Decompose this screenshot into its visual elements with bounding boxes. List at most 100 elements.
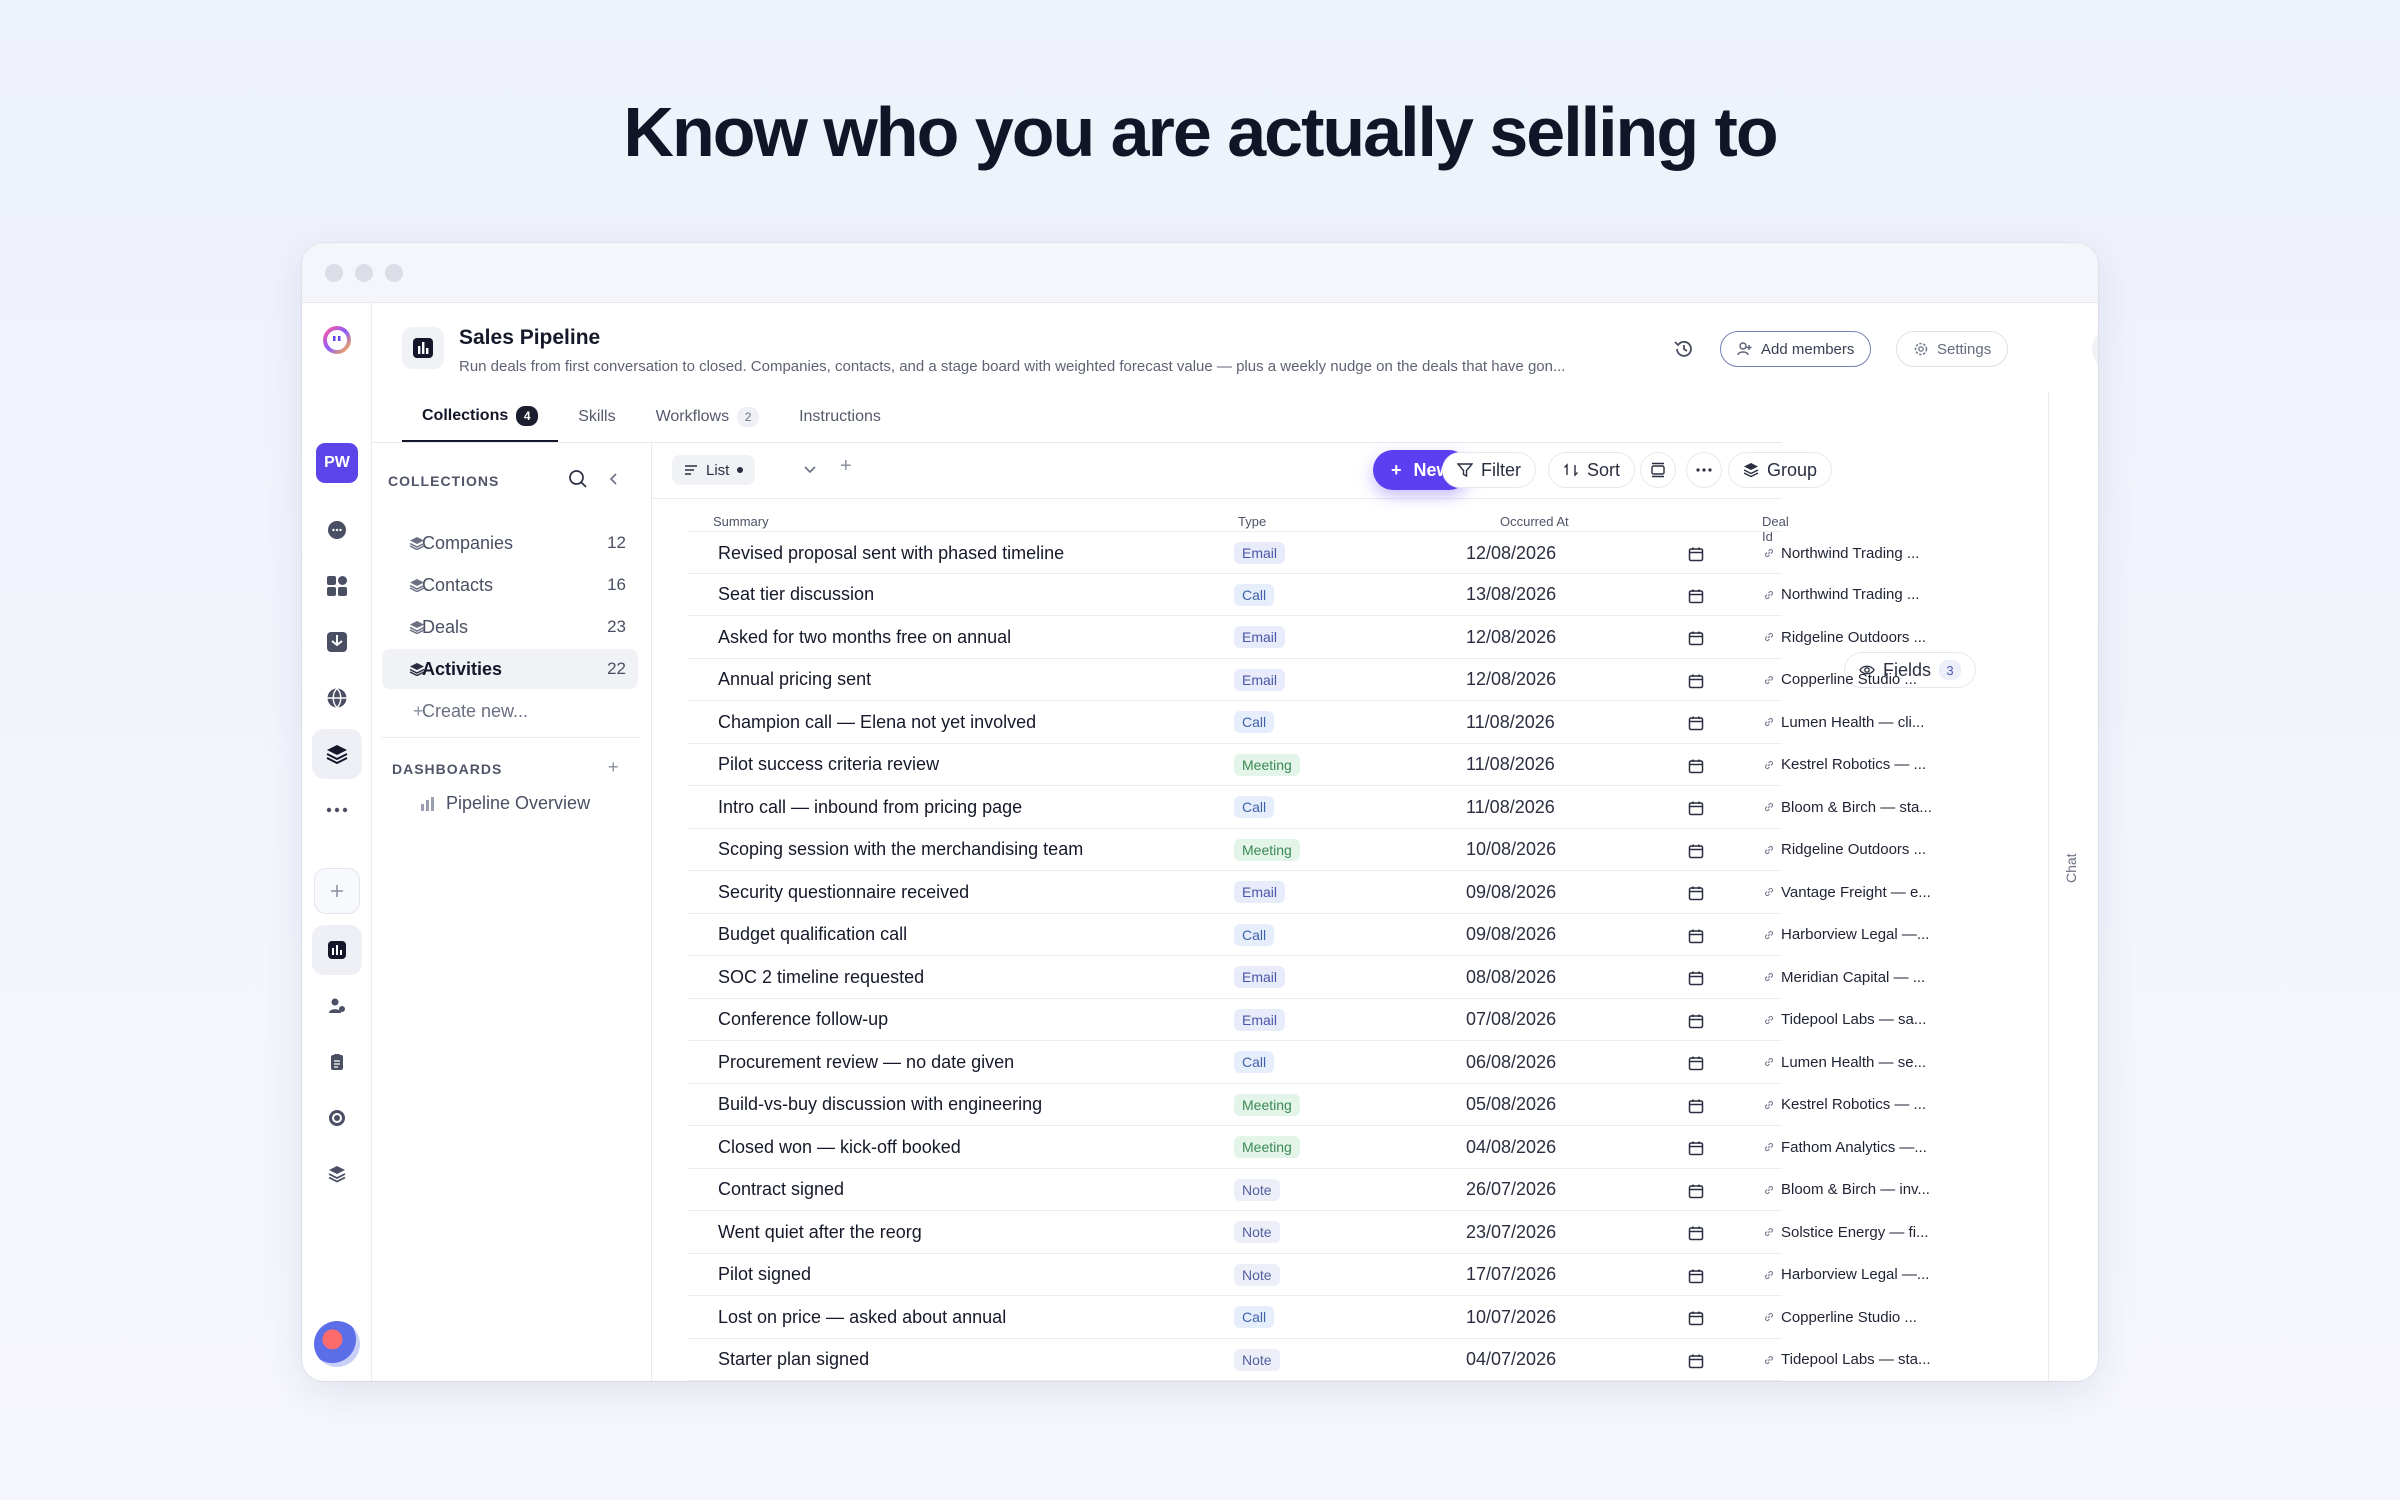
type-cell[interactable]: Email (1234, 659, 1286, 701)
table-row[interactable]: Intro call — inbound from pricing page Ca… (688, 786, 1932, 829)
search-icon[interactable] (568, 469, 588, 489)
table-row[interactable]: Asked for two months free on annual Email… (688, 616, 1926, 659)
collections-stack-icon[interactable] (312, 729, 362, 779)
date-cell[interactable]: 10/08/2026 (1466, 829, 1556, 871)
date-cell[interactable]: 12/08/2026 (1466, 659, 1556, 701)
summary-cell[interactable]: Contract signed (718, 1169, 844, 1211)
deal-link[interactable]: Ridgeline Outdoors ... (1781, 841, 1926, 858)
date-cell[interactable]: 23/07/2026 (1466, 1211, 1556, 1253)
summary-cell[interactable]: Revised proposal sent with phased timeli… (718, 532, 1064, 574)
deal-link[interactable]: Copperline Studio ... (1781, 1309, 1917, 1326)
deal-link[interactable]: Harborview Legal —... (1781, 926, 1929, 943)
calendar-icon[interactable] (1688, 1353, 1704, 1369)
summary-cell[interactable]: Seat tier discussion (718, 574, 874, 616)
calendar-icon[interactable] (1688, 1013, 1704, 1029)
window-maximize-dot[interactable] (385, 263, 403, 282)
deal-cell[interactable]: Kestrel Robotics — ... (1763, 1084, 1943, 1126)
tab-collections[interactable]: Collections 4 (402, 392, 559, 442)
calendar-icon[interactable] (1688, 546, 1704, 562)
calendar-icon[interactable] (1688, 1225, 1704, 1241)
summary-cell[interactable]: Pilot signed (718, 1254, 811, 1296)
type-cell[interactable]: Email (1234, 871, 1286, 913)
app-logo-icon[interactable] (312, 315, 362, 365)
table-row[interactable]: Build-vs-buy discussion with engineering… (688, 1084, 1926, 1126)
deal-cell[interactable]: Northwind Trading ... (1763, 574, 1943, 616)
deal-link[interactable]: Ridgeline Outdoors ... (1781, 629, 1926, 646)
summary-cell[interactable]: Closed won — kick-off booked (718, 1126, 961, 1168)
deal-cell[interactable]: Harborview Legal —... (1763, 1254, 1943, 1296)
date-cell[interactable]: 04/07/2026 (1466, 1339, 1556, 1381)
notifications-bell-icon[interactable] (2092, 327, 2098, 371)
summary-cell[interactable]: SOC 2 timeline requested (718, 956, 924, 998)
summary-cell[interactable]: Went quiet after the reorg (718, 1211, 922, 1253)
date-cell[interactable]: 17/07/2026 (1466, 1254, 1556, 1296)
collection-item-contacts[interactable]: Contacts 16 (382, 565, 638, 605)
calendar-icon[interactable] (1688, 758, 1704, 774)
calendar-icon[interactable] (1688, 928, 1704, 944)
calendar-icon[interactable] (1688, 630, 1704, 646)
type-cell[interactable]: Meeting (1234, 744, 1300, 786)
table-row[interactable]: Budget qualification call Call 09/08/2026 H… (688, 914, 1929, 956)
calendar-icon[interactable] (1688, 588, 1704, 604)
chat-panel-toggle[interactable]: Chat (2048, 393, 2098, 1381)
deal-cell[interactable]: Harborview Legal —... (1763, 914, 1943, 956)
summary-cell[interactable]: Budget qualification call (718, 914, 907, 956)
workspace-avatar[interactable]: PW (316, 443, 358, 483)
table-row[interactable]: Seat tier discussion Call 13/08/2026 Northw… (688, 574, 1919, 616)
add-members-button[interactable]: Add members (1720, 331, 1872, 367)
column-header-occurred-at[interactable]: Occurred At (1500, 514, 1569, 529)
chat-bubble-icon[interactable] (312, 505, 362, 555)
summary-cell[interactable]: Starter plan signed (718, 1339, 869, 1381)
deal-link[interactable]: Copperline Studio ... (1781, 671, 1917, 688)
date-cell[interactable]: 04/08/2026 (1466, 1126, 1556, 1168)
table-row[interactable]: Starter plan signed Note 04/07/2026 Tidepoo… (688, 1339, 1931, 1381)
table-row[interactable]: SOC 2 timeline requested Email 08/08/2026 M… (688, 956, 1925, 999)
collapse-chevron-left-icon[interactable] (604, 469, 624, 489)
type-cell[interactable]: Meeting (1234, 1126, 1300, 1168)
deal-cell[interactable]: Copperline Studio ... (1763, 1296, 1943, 1338)
type-cell[interactable]: Meeting (1234, 829, 1300, 871)
type-cell[interactable]: Note (1234, 1254, 1280, 1296)
deal-cell[interactable]: Vantage Freight — e... (1763, 871, 1943, 913)
type-cell[interactable]: Call (1234, 1296, 1275, 1338)
list-view-selector[interactable]: List (672, 455, 756, 485)
deal-link[interactable]: Fathom Analytics —... (1781, 1139, 1927, 1156)
type-cell[interactable]: Note (1234, 1339, 1280, 1381)
row-height-button[interactable] (1640, 452, 1676, 488)
calendar-icon[interactable] (1688, 1183, 1704, 1199)
deal-link[interactable]: Meridian Capital — ... (1781, 969, 1925, 986)
chevron-down-icon[interactable] (802, 461, 818, 477)
project-layers-icon[interactable] (312, 1149, 362, 1199)
table-row[interactable]: Conference follow-up Email 07/08/2026 Tidep… (688, 999, 1926, 1041)
type-cell[interactable]: Call (1234, 786, 1275, 828)
user-avatar[interactable] (314, 1321, 360, 1367)
type-cell[interactable]: Call (1234, 1041, 1275, 1083)
deal-link[interactable]: Vantage Freight — e... (1781, 884, 1931, 901)
date-cell[interactable]: 11/08/2026 (1466, 744, 1555, 786)
date-cell[interactable]: 07/08/2026 (1466, 999, 1556, 1041)
deal-cell[interactable]: Kestrel Robotics — ... (1763, 744, 1943, 786)
globe-icon[interactable] (312, 673, 362, 723)
deal-link[interactable]: Northwind Trading ... (1781, 545, 1919, 562)
summary-cell[interactable]: Security questionnaire received (718, 871, 969, 913)
date-cell[interactable]: 13/08/2026 (1466, 574, 1556, 616)
deal-link[interactable]: Bloom & Birch — sta... (1781, 799, 1932, 816)
deal-cell[interactable]: Lumen Health — cli... (1763, 701, 1943, 743)
table-row[interactable]: Revised proposal sent with phased timeli… (688, 531, 1919, 574)
type-cell[interactable]: Call (1234, 914, 1275, 956)
deal-cell[interactable]: Lumen Health — se... (1763, 1041, 1943, 1083)
deal-cell[interactable]: Copperline Studio ... (1763, 659, 1943, 701)
summary-cell[interactable]: Conference follow-up (718, 999, 888, 1041)
dashboard-item-pipeline-overview[interactable]: Pipeline Overview (420, 793, 590, 814)
deal-cell[interactable]: Bloom & Birch — inv... (1763, 1169, 1943, 1211)
date-cell[interactable]: 09/08/2026 (1466, 871, 1556, 913)
summary-cell[interactable]: Annual pricing sent (718, 659, 871, 701)
tab-instructions[interactable]: Instructions (779, 392, 901, 442)
type-cell[interactable]: Meeting (1234, 1084, 1300, 1126)
deal-link[interactable]: Harborview Legal —... (1781, 1266, 1929, 1283)
date-cell[interactable]: 09/08/2026 (1466, 914, 1556, 956)
more-options-button[interactable] (1686, 452, 1722, 488)
summary-cell[interactable]: Asked for two months free on annual (718, 616, 1011, 658)
group-button[interactable]: Group (1728, 452, 1833, 488)
type-cell[interactable]: Note (1234, 1169, 1280, 1211)
